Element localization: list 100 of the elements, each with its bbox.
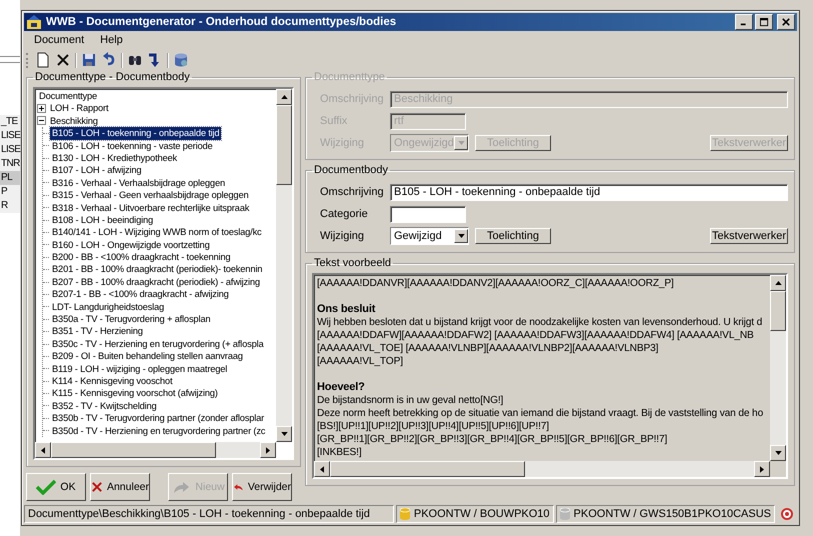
redo-arrow-icon <box>171 479 192 495</box>
field-label: Categorie <box>319 208 369 220</box>
collapse-icon[interactable] <box>37 116 46 126</box>
tree-item[interactable]: Beschikking <box>48 114 100 128</box>
heading: Hoeveel? <box>317 381 366 394</box>
text-line: [GR_BP!!1][GR_BP!!2][GR_BP!!3][GR_BP!!4][GR_BP!!5][GR_BP!!6][GR_BP!!7] <box>317 433 668 446</box>
close-button[interactable] <box>777 14 795 30</box>
scroll-down-icon[interactable] <box>276 426 292 442</box>
group-title: Documenttype - Documentbody <box>34 71 191 83</box>
save-icon[interactable] <box>81 52 97 68</box>
tree-item[interactable]: LDT- Langdurigheidstoeslag <box>50 300 166 314</box>
list-item: LISE <box>0 143 20 157</box>
text-line: [AAAAAA!VL_TOE] [AAAAAA!VLNBP][AAAAAA!VLNBP2][AAAAAA!VLNBP3] <box>317 342 660 355</box>
scroll-down-icon[interactable] <box>770 445 786 461</box>
scroll-right-icon[interactable] <box>260 442 276 458</box>
group-title: Documenttype <box>313 71 386 83</box>
field-label: Wijziging <box>319 230 366 242</box>
new-document-icon[interactable] <box>35 52 51 68</box>
maximize-icon <box>760 18 768 26</box>
delete-button[interactable]: Verwijder <box>232 473 292 501</box>
scroll-up-icon[interactable] <box>770 275 786 291</box>
vertical-scrollbar[interactable] <box>276 89 292 442</box>
connection-label: PKOONTW / BOUWPKO10 <box>414 507 550 521</box>
text-line: [AAAAAA!VL_TOP] <box>317 355 404 368</box>
scroll-right-icon[interactable] <box>754 461 770 477</box>
dropdown-arrow-icon[interactable] <box>458 234 464 238</box>
database-icon[interactable] <box>173 52 189 68</box>
text-line: Deze norm heeft betrekking op de situatie van iemand die bijstand vraagt. Bij de vaststelling van de ho <box>317 407 764 420</box>
tree-item[interactable]: B316 - Verhaal - Verhaalsbijdrage opleggen <box>50 176 227 190</box>
maximize-button[interactable] <box>755 14 773 30</box>
list-item: _TE <box>0 115 19 129</box>
tree-item[interactable]: B209 - OI - Buiten behandeling stellen aanvraag <box>50 350 245 363</box>
text-line: [AAAAAA!DDAFW][AAAAAA!DDAFW2] [AAAAAA!DDAFW3][AAAAAA!DDAFW4] [AAAAAA!VL_NB <box>317 329 755 342</box>
text-line: [BS!][UP!!1][UP!!2][UP!!3][UP!!4][UP!!5][UP!!6][UP!!7] <box>317 420 550 433</box>
tree-item[interactable]: B352 - TV - Kwijtschelding <box>50 400 159 412</box>
tree-item[interactable]: B350c - TV - Herziening en terugvordering (+ aflospla <box>50 338 266 350</box>
tree-item[interactable]: B130 - LOH - Krediethypotheek <box>50 152 180 164</box>
tree-item[interactable]: B350b - TV - Terugvordering partner (zonder aflosplar <box>50 412 266 425</box>
app-icon <box>26 14 42 30</box>
vertical-scrollbar[interactable] <box>770 275 786 461</box>
text-line: [AAAAAA!DDANVR][AAAAAA!DDANV2][AAAAAA!OORZ_C][AAAAAA!OORZ_P] <box>317 277 675 290</box>
list-item: LISE <box>0 129 20 143</box>
tree-item[interactable]: B201 - BB - 100% draagkracht (periodiek)- toekennin <box>50 263 264 276</box>
scroll-up-icon[interactable] <box>276 89 292 105</box>
scroll-thumb[interactable] <box>51 442 216 458</box>
group-title: Documentbody <box>313 164 389 176</box>
tree-item[interactable]: B106 - LOH - toekenning - vaste periode <box>50 140 215 152</box>
word-processor-button[interactable]: Tekstverwerker <box>710 228 788 244</box>
tree-item[interactable]: B350a - TV - Terugvordering + aflosplan <box>50 313 212 326</box>
list-item: R <box>0 199 9 213</box>
scroll-thumb[interactable] <box>330 461 525 477</box>
minimize-button[interactable] <box>735 14 753 30</box>
divider <box>0 56 20 63</box>
menu-item[interactable]: Help <box>94 34 129 46</box>
ok-button[interactable]: OK <box>26 473 86 501</box>
connection-label: PKOONTW / GWS150B1PKO10CASUS <box>574 507 771 521</box>
tree-item[interactable]: K115 - Kennisgeving voorschot (afwijzing) <box>50 387 220 400</box>
tree-item[interactable]: B350d - TV - Herziening en terugvordering partner (zc <box>50 424 268 437</box>
tree-item[interactable]: LOH - Rapport <box>48 102 110 115</box>
horizontal-scrollbar[interactable] <box>314 461 770 477</box>
check-icon <box>36 479 56 495</box>
cancel-button[interactable]: Annuleer <box>90 473 150 501</box>
scroll-left-icon[interactable] <box>35 442 51 458</box>
text-field[interactable]: B105 - LOH - toekenning - onbepaalde tijd <box>390 184 788 200</box>
status-path: Documenttype\Beschikking\B105 - LOH - toekenning - onbepaalde tijd <box>24 505 394 523</box>
tree-item[interactable]: B318 - Verhaal - Uitvoerbare rechterlijke uitspraak <box>50 202 252 214</box>
heading: Ons besluit <box>317 303 376 316</box>
scroll-thumb[interactable] <box>276 105 292 185</box>
field-label: Omschrijving <box>319 186 384 198</box>
notes-button[interactable]: Toelichting <box>475 228 551 244</box>
tree-item[interactable]: K114 - Kennisgeving vooschot <box>50 375 174 388</box>
lifebuoy-icon[interactable] <box>781 508 793 520</box>
window-title: WWB - Documentgenerator - Onderhoud documenttypes/bodies <box>46 16 396 28</box>
tree-item[interactable]: Documenttype <box>37 90 100 102</box>
list-item: TNR <box>0 157 20 171</box>
text-line: Wij hebben besloten dat u bijstand krijgt voor de noodzakelijke kosten van levensonderhoud. U krijgt d <box>317 316 764 329</box>
text-field[interactable] <box>390 206 466 222</box>
undo-icon[interactable] <box>101 52 117 68</box>
menu-item[interactable]: Document <box>28 34 90 46</box>
tree-item[interactable]: B105 - LOH - toekenning - onbepaalde tijd <box>50 127 222 140</box>
tree-item[interactable]: B107 - LOH - afwijzing <box>50 164 144 177</box>
horizontal-scrollbar[interactable] <box>35 442 276 458</box>
tree-item[interactable]: B315 - Verhaal - Geen verhaalsbijdrage opleggen <box>50 189 250 202</box>
tree-item[interactable]: B207-1 - BB - <100% draagkracht - afwijzing <box>50 288 231 301</box>
tree-item[interactable]: B108 - LOH - beeindiging <box>50 214 155 226</box>
scroll-thumb[interactable] <box>770 291 786 331</box>
dropdown[interactable]: Gewijzigd <box>390 227 469 245</box>
expand-icon[interactable] <box>37 104 46 114</box>
tree-item[interactable]: B140/141 - LOH - Wijziging WWB norm of toeslag/kc <box>50 226 264 239</box>
group-title: Tekst voorbeeld <box>313 257 392 269</box>
tree-item[interactable]: B119 - LOH - wijziging - opleggen maatregel <box>50 362 230 376</box>
delete-icon[interactable] <box>55 52 71 68</box>
tree-item[interactable]: B200 - BB - <100% draagkracht - toekenning <box>50 251 232 264</box>
tree-item[interactable]: B160 - LOH - Ongewijzigde voortzetting <box>50 238 212 252</box>
tree-item[interactable]: B207 - BB - 100% draagkracht (periodiek) - afwijzing <box>50 276 262 288</box>
scroll-left-icon[interactable] <box>314 461 330 477</box>
close-icon <box>782 18 790 26</box>
list-item: P <box>0 185 8 199</box>
tree-item[interactable]: B351 - TV - Herziening <box>50 325 145 338</box>
list-item: PL <box>0 171 20 185</box>
